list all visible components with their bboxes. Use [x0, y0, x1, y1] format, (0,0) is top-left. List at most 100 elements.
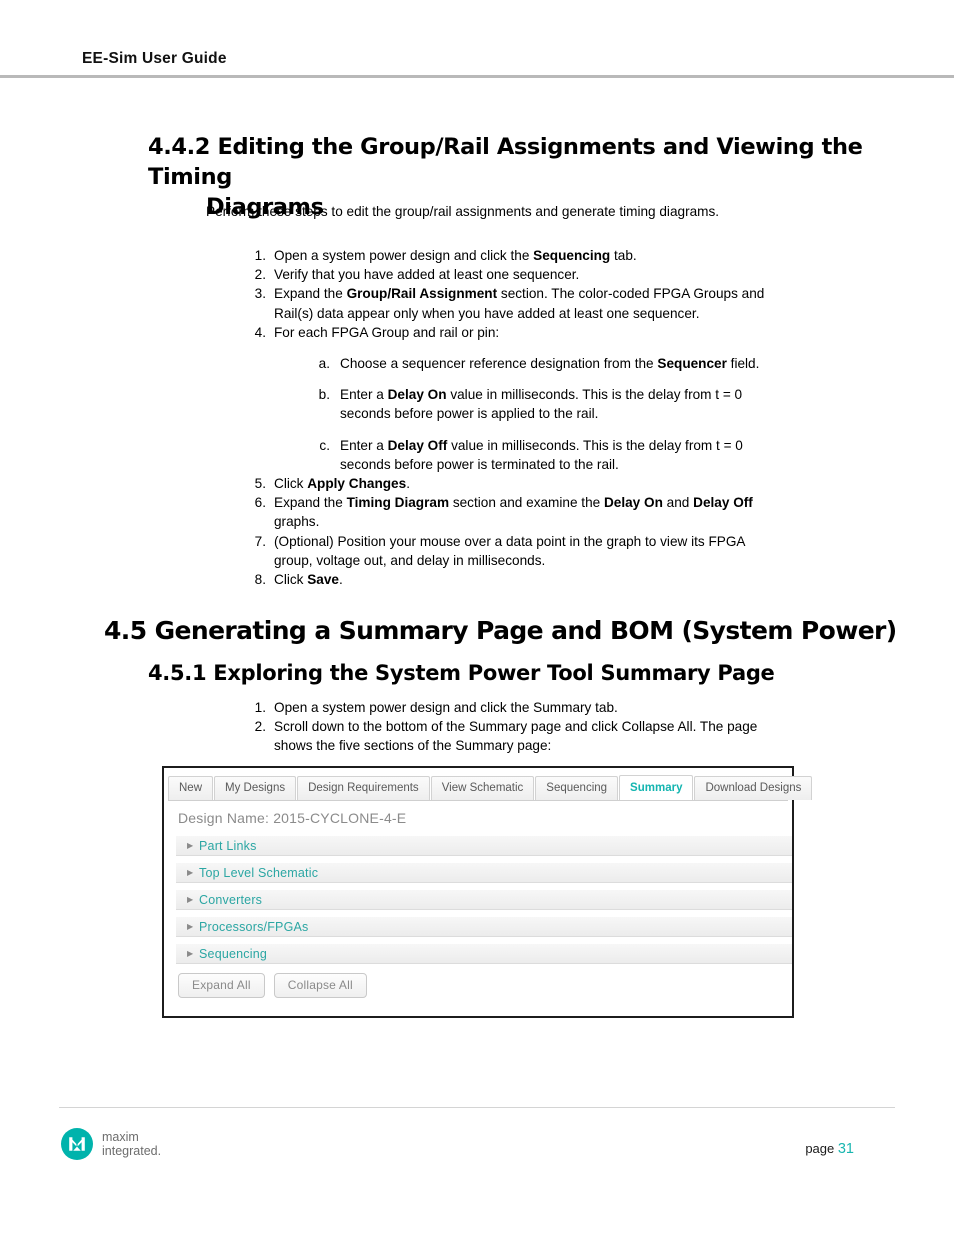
chevron-right-icon: ▶: [187, 948, 194, 958]
tab-new[interactable]: New: [168, 776, 214, 800]
summary-section-row[interactable]: ▶ Sequencing: [176, 943, 792, 964]
step-text: .: [338, 572, 343, 588]
summary-section-label: Converters: [199, 892, 263, 907]
step-text: Expand the: [274, 286, 347, 302]
steps-list-4-4-2: 1. Open a system power design and click t…: [240, 246, 770, 589]
list-item-body: Open a system power design and click the…: [274, 248, 637, 263]
summary-section-row[interactable]: ▶ Part Links: [176, 835, 792, 856]
list-item-body: Enter a Delay Off value in milliseconds.…: [340, 438, 743, 472]
list-item-body: Click Apply Changes.: [274, 476, 410, 491]
maxim-logo-line1: maxim: [102, 1129, 139, 1144]
page-number-value: 31: [837, 1141, 854, 1157]
list-item-marker: c.: [319, 437, 330, 453]
list-item-body: (Optional) Position your mouse over a da…: [274, 534, 745, 568]
step-text: Open a system power design and click the…: [274, 700, 618, 715]
list-item-marker: 1.: [254, 700, 266, 715]
step-text: field.: [726, 356, 760, 372]
list-item-body: Scroll down to the bottom of the Summary…: [274, 719, 757, 753]
expand-all-button[interactable]: Expand All: [178, 973, 265, 998]
tab-my-designs[interactable]: My Designs: [214, 776, 297, 800]
running-title: EE-Sim User Guide: [82, 50, 227, 67]
list-item-body: Expand the Timing Diagram section and ex…: [274, 495, 753, 529]
maxim-logo-line2: integrated.: [102, 1144, 162, 1158]
step-text: Click: [274, 572, 308, 588]
summary-section-row[interactable]: ▶ Top Level Schematic: [176, 862, 792, 883]
list-item: 5. Click Apply Changes.: [240, 474, 770, 493]
list-item-marker: 2.: [254, 719, 266, 735]
list-item-marker: 1.: [254, 248, 266, 263]
tab-summary[interactable]: Summary: [619, 775, 694, 800]
maxim-logo-icon: [61, 1128, 93, 1160]
tab-sequencing[interactable]: Sequencing: [535, 776, 619, 800]
emphasis-text: Timing Diagram: [346, 495, 450, 511]
step-text: Choose a sequencer reference designation…: [340, 356, 658, 372]
emphasis-text: Delay Off: [693, 495, 753, 511]
list-item-body: Verify that you have added at least one …: [274, 267, 579, 282]
list-item: 6. Expand the Timing Diagram section and …: [240, 493, 770, 531]
summary-sections-list: ▶ Part Links ▶ Top Level Schematic ▶ Converte…: [176, 835, 792, 964]
maxim-logo-wordmark: maxim integrated.: [102, 1130, 161, 1159]
list-item: c. Enter a Delay Off value in millisecond…: [308, 436, 770, 474]
list-item-body: Open a system power design and click the…: [274, 700, 618, 715]
summary-action-buttons: Expand All Collapse All: [178, 973, 792, 998]
chevron-right-icon: ▶: [187, 840, 194, 850]
list-item-marker: 8.: [254, 572, 266, 588]
heading-4-4-2-line1: Editing the Group/Rail Assignments and V…: [148, 134, 863, 190]
emphasis-text: Group/Rail Assignment: [346, 286, 498, 302]
footer-divider: [59, 1107, 895, 1108]
chevron-right-icon: ▶: [187, 921, 194, 931]
list-item: 3. Expand the Group/Rail Assignment secti…: [240, 284, 770, 322]
step-text: Enter a: [340, 437, 388, 453]
emphasis-text: Save: [307, 572, 339, 588]
step-text: Open a system power design and click the: [274, 248, 534, 263]
embedded-screenshot: New My Designs Design Requirements View Sch…: [162, 766, 813, 1018]
list-item: 7. (Optional) Position your mouse over a …: [240, 532, 770, 570]
emphasis-text: Sequencing: [533, 248, 611, 263]
summary-section-row[interactable]: ▶ Converters: [176, 889, 792, 910]
step-text: section and examine the: [449, 495, 604, 511]
collapse-all-button[interactable]: Collapse All: [273, 973, 367, 998]
heading-4-5: 4.5 Generating a Summary Page and BOM (S…: [104, 616, 897, 645]
list-item-marker: 4.: [254, 324, 266, 340]
design-name-label: Design Name: 2015-CYCLONE-4-E: [178, 810, 407, 826]
list-item: 8. Click Save.: [240, 570, 770, 589]
step-text: For each FPGA Group and rail or pin:: [274, 324, 500, 340]
list-item: 4. For each FPGA Group and rail or pin: a.…: [240, 323, 770, 474]
step-text: Enter a: [340, 387, 388, 403]
summary-section-row[interactable]: ▶ Processors/FPGAs: [176, 916, 792, 937]
heading-4-5-1: 4.5.1 Exploring the System Power Tool Su…: [148, 661, 775, 685]
chevron-right-icon: ▶: [187, 867, 194, 877]
list-item: b. Enter a Delay On value in milliseconds…: [308, 385, 770, 423]
tab-design-requirements[interactable]: Design Requirements: [297, 776, 430, 800]
page-number: page 31: [805, 1141, 854, 1157]
tab-view-schematic[interactable]: View Schematic: [430, 776, 535, 800]
emphasis-text: Apply Changes: [307, 476, 407, 492]
step-text: Verify that you have added at least one …: [274, 267, 580, 283]
step-text: Expand the: [274, 495, 347, 511]
list-item-body: Click Save.: [274, 572, 343, 587]
app-tab-bar: New My Designs Design Requirements View Sch…: [168, 773, 813, 801]
emphasis-text: Delay On: [603, 495, 663, 511]
summary-page-mock: New My Designs Design Requirements View Sch…: [164, 768, 813, 1016]
tab-download-designs[interactable]: Download Designs: [694, 776, 813, 800]
list-item-body: Enter a Delay On value in milliseconds. …: [340, 387, 742, 421]
list-item-marker: a.: [318, 356, 330, 372]
summary-section-label: Part Links: [199, 838, 257, 853]
summary-section-label: Top Level Schematic: [199, 865, 319, 880]
page-running-header: EE-Sim User Guide: [0, 0, 954, 78]
step-text: Scroll down to the bottom of the Summary…: [274, 719, 758, 754]
list-item-marker: 2.: [254, 267, 266, 283]
step-text: Click: [274, 476, 308, 492]
step-text: and: [662, 495, 694, 511]
list-item-marker: 3.: [254, 286, 266, 302]
step-text: graphs.: [274, 514, 320, 530]
list-item: 2. Scroll down to the bottom of the Summa…: [240, 717, 770, 755]
header-divider: [0, 75, 954, 78]
emphasis-text: Delay On: [387, 387, 447, 403]
list-item-marker: 5.: [254, 476, 266, 492]
list-item-marker: 6.: [254, 495, 266, 511]
list-item: 1. Open a system power design and click t…: [240, 698, 770, 717]
summary-section-label: Sequencing: [199, 946, 268, 961]
list-item-marker: 7.: [254, 533, 266, 549]
list-item: 1. Open a system power design and click t…: [240, 246, 770, 265]
